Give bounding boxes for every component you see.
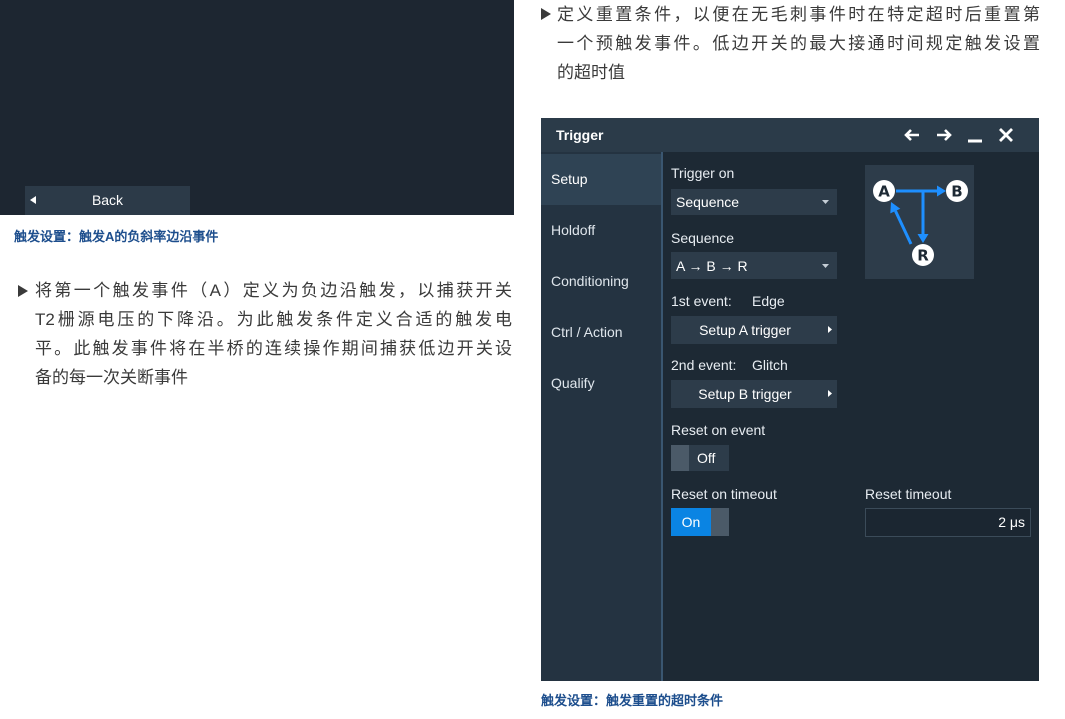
dialog-sidebar: Setup Holdoff Conditioning Ctrl / Action…: [541, 152, 661, 681]
paragraph-line: 定义重置条件，以便在无毛刺事件时在特定超时后重置第: [557, 5, 1040, 24]
tab-ctrl-action[interactable]: Ctrl / Action: [541, 307, 661, 358]
paragraph-line: 平。此触发事件将在半桥的连续操作期间捕获低边开关设: [35, 339, 512, 358]
trigger-on-dropdown[interactable]: Sequence: [671, 189, 837, 215]
tab-conditioning[interactable]: Conditioning: [541, 256, 661, 307]
trigger-on-label: Trigger on: [671, 165, 735, 181]
caret-right-icon: [828, 326, 832, 333]
tab-qualify[interactable]: Qualify: [541, 358, 661, 409]
sequence-value: A → B → R: [676, 257, 748, 274]
node-b-label: B: [951, 183, 962, 201]
reset-on-timeout-state: On: [681, 514, 701, 530]
minimize-icon[interactable]: [965, 125, 985, 145]
node-a: A: [873, 180, 895, 202]
paragraph-text: 定义重置条件，以便在无毛刺事件时在特定超时后重置第 一个预触发事件。低边开关的最…: [557, 0, 1040, 87]
node-a-label: A: [878, 183, 890, 201]
arrow-a-to-b: [896, 185, 946, 197]
reset-on-event-state: Off: [697, 450, 716, 466]
toggle-thumb[interactable]: [711, 508, 729, 536]
paragraph-line: 将第一个触发事件（A）定义为负边沿触发，以捕获开关: [35, 281, 512, 300]
paragraph-line: T2栅源电压的下降沿。为此触发条件定义合适的触发电: [35, 310, 512, 329]
figure-caption-right: 触发设置：触发重置的超时条件: [541, 693, 724, 708]
back-button-label: Back: [91, 192, 124, 208]
tab-label: Ctrl / Action: [551, 324, 623, 340]
bullet-triangle-icon: [541, 8, 551, 20]
second-event-value: Glitch: [752, 357, 788, 373]
first-event-value: Edge: [752, 293, 785, 309]
tab-label: Setup: [551, 171, 588, 187]
setup-a-trigger-button[interactable]: Setup A trigger: [671, 316, 837, 344]
sequence-label: Sequence: [671, 230, 735, 246]
paragraph-text: 将第一个触发事件（A）定义为负边沿触发，以捕获开关 T2栅源电压的下降沿。为此触…: [35, 276, 512, 392]
dialog-title-bar: Trigger: [541, 118, 1039, 152]
node-r-label: R: [917, 247, 929, 265]
close-icon[interactable]: [996, 125, 1016, 145]
paragraph-line: 的超时值: [557, 63, 625, 82]
caret-left-icon: [30, 196, 36, 204]
arrow-r-to-a: [890, 202, 913, 245]
arrow-b-to-r: [917, 191, 929, 243]
trigger-dialog: Trigger Setup Holdoff Conditioning Ctrl …: [541, 118, 1039, 681]
tab-setup[interactable]: Setup: [541, 154, 661, 205]
tab-holdoff[interactable]: Holdoff: [541, 205, 661, 256]
bullet-paragraph-right: 定义重置条件，以便在无毛刺事件时在特定超时后重置第 一个预触发事件。低边开关的最…: [541, 0, 1041, 90]
reset-timeout-label: Reset timeout: [865, 486, 952, 502]
tab-label: Qualify: [551, 375, 595, 391]
figure-caption-left: 触发设置：触发A的负斜率边沿事件: [14, 229, 219, 244]
bullet-paragraph-left: 将第一个触发事件（A）定义为负边沿触发，以捕获开关 T2栅源电压的下降沿。为此触…: [18, 276, 514, 394]
reset-timeout-input[interactable]: 2 μs: [865, 508, 1031, 537]
first-event-label: 1st event:: [671, 293, 732, 309]
back-button[interactable]: Back: [25, 186, 190, 215]
reset-on-event-toggle[interactable]: Off: [671, 445, 729, 471]
dialog-title: Trigger: [556, 127, 604, 143]
toggle-on-fill: On: [671, 508, 711, 536]
setup-a-trigger-label: Setup A trigger: [699, 322, 791, 338]
sequence-diagram-graphic: A B R: [873, 180, 968, 266]
paragraph-line: 备的每一次关断事件: [35, 368, 188, 387]
caret-down-icon: [822, 263, 829, 268]
sidebar-divider: [661, 152, 663, 681]
toggle-thumb[interactable]: [671, 445, 689, 471]
reset-timeout-value: 2 μs: [998, 514, 1025, 530]
reset-on-timeout-label: Reset on timeout: [671, 486, 777, 502]
second-event-label: 2nd event:: [671, 357, 737, 373]
node-r: R: [912, 244, 934, 266]
reset-on-timeout-toggle[interactable]: On: [671, 508, 729, 536]
setup-b-trigger-button[interactable]: Setup B trigger: [671, 380, 837, 408]
arrow-left-icon[interactable]: [902, 125, 922, 145]
bullet-triangle-icon: [18, 285, 28, 297]
tab-label: Conditioning: [551, 273, 629, 289]
paragraph-line: 一个预触发事件。低边开关的最大接通时间规定触发设置: [557, 34, 1040, 53]
caret-right-icon: [828, 390, 832, 397]
scope-screen-panel: Back: [0, 0, 514, 215]
tab-label: Holdoff: [551, 222, 596, 238]
caret-down-icon: [822, 200, 829, 204]
node-b: B: [946, 180, 968, 202]
setup-b-trigger-label: Setup B trigger: [698, 386, 792, 402]
sequence-diagram: A B R: [865, 165, 974, 279]
sequence-dropdown[interactable]: A → B → R: [671, 252, 837, 279]
trigger-on-value: Sequence: [676, 194, 740, 210]
arrow-right-icon[interactable]: [934, 125, 954, 145]
reset-on-event-label: Reset on event: [671, 422, 766, 438]
